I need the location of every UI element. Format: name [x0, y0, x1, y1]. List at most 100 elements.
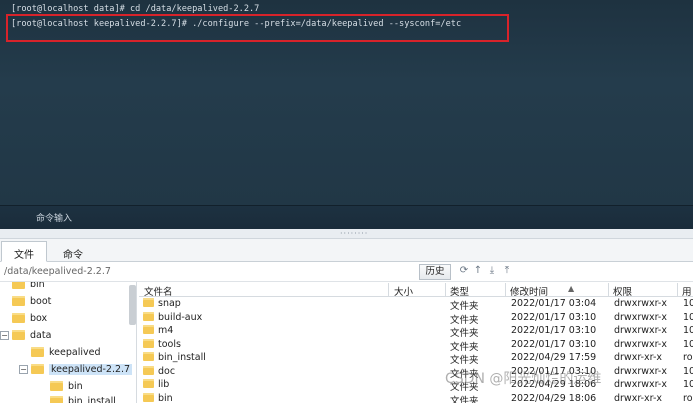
file-modified: 2022/01/17 03:04 [511, 298, 597, 309]
file-owner: 10 [683, 298, 693, 309]
folder-icon [12, 295, 25, 306]
highlight-box [6, 14, 509, 42]
file-row[interactable]: build-aux 文件夹 2022/01/17 03:10 drwxrwxr-x 10 [139, 311, 693, 326]
column-header-owner[interactable]: 用 [682, 284, 692, 298]
file-owner: 10 [683, 325, 693, 336]
file-permissions: drwxrwxr-x [614, 365, 667, 377]
up-icon[interactable]: ↑ [472, 265, 484, 277]
column-header-name[interactable]: 文件名 [144, 284, 173, 298]
folder-icon [143, 365, 154, 375]
refresh-icon[interactable]: ⟳ [458, 265, 470, 277]
tab-bar: 文件 命令 [0, 239, 693, 262]
tab-commands[interactable]: 命令 [50, 241, 96, 262]
file-name: bin [158, 392, 173, 403]
column-header-modified[interactable]: 修改时间 [510, 284, 548, 298]
tree-item[interactable]: bin_install [50, 395, 116, 403]
tree-item[interactable]: box [12, 312, 47, 330]
folder-icon [143, 352, 154, 361]
file-row[interactable]: lib 文件夹 2022/04/29 18:06 drwxrwxr-x 10 [139, 379, 693, 393]
download-icon[interactable]: ⤓ [486, 265, 498, 277]
folder-icon [143, 379, 154, 388]
file-type: 文件夹 [450, 355, 479, 366]
tree-item-selected[interactable]: − keepalived-2.2.7 [19, 363, 133, 381]
file-type: 文件夹 [450, 395, 479, 403]
file-owner: ro [683, 352, 693, 363]
file-row[interactable]: doc 文件夹 2022/01/17 03:10 drwxrwxr-x 10 [139, 365, 693, 380]
tree-scrollbar[interactable] [129, 285, 136, 325]
file-row[interactable]: snap 文件夹 2022/01/17 03:04 drwxrwxr-x 10 [139, 298, 693, 312]
file-permissions: drwxrwxr-x [614, 298, 667, 309]
command-input-bar[interactable]: 命令输入 [0, 205, 693, 229]
file-modified: 2022/01/17 03:10 [511, 338, 597, 350]
file-list-header: 文件名 大小 类型 修改时间 ▲ 权限 用 [139, 282, 693, 298]
file-permissions: drwxr-xr-x [614, 392, 663, 403]
file-row[interactable]: tools 文件夹 2022/01/17 03:10 drwxrwxr-x 10 [139, 338, 693, 353]
tab-files[interactable]: 文件 [1, 241, 47, 262]
column-header-permissions[interactable]: 权限 [613, 284, 632, 298]
file-modified: 2022/04/29 17:59 [511, 352, 597, 363]
file-modified: 2022/01/17 03:10 [511, 311, 597, 323]
file-type: 文件夹 [450, 301, 479, 312]
terminal-panel[interactable]: [root@localhost data]# cd /data/keepaliv… [0, 0, 693, 205]
file-permissions: drwxrwxr-x [614, 311, 667, 323]
file-permissions: drwxrwxr-x [614, 325, 667, 336]
directory-tree: bin boot box − data keepalived − keepalive… [0, 282, 137, 403]
file-modified: 2022/04/29 18:06 [511, 392, 597, 403]
column-divider[interactable] [388, 283, 389, 296]
tree-item[interactable]: keepalived [31, 346, 100, 364]
column-divider[interactable] [677, 283, 678, 296]
column-header-size[interactable]: 大小 [394, 284, 413, 298]
collapse-toggle-icon[interactable]: − [0, 331, 9, 340]
folder-icon [143, 338, 154, 348]
collapse-toggle-icon[interactable]: − [19, 365, 28, 374]
folder-icon [143, 392, 154, 402]
file-type: 文件夹 [450, 314, 479, 326]
file-row[interactable]: bin 文件夹 2022/04/29 18:06 drwxr-xr-x ro [139, 392, 693, 403]
column-divider[interactable] [608, 283, 609, 296]
file-type: 文件夹 [450, 341, 479, 353]
tree-item[interactable]: bin [12, 282, 45, 296]
folder-icon [12, 282, 25, 289]
command-input-label: 命令输入 [36, 214, 73, 224]
file-type: 文件夹 [450, 328, 479, 339]
folder-icon [12, 329, 25, 340]
folder-icon [143, 311, 154, 321]
file-modified: 2022/01/17 03:10 [511, 325, 597, 336]
column-header-type[interactable]: 类型 [450, 284, 469, 298]
path-field[interactable]: /data/keepalived-2.2.7 [4, 266, 111, 277]
file-owner: 10 [683, 365, 693, 377]
folder-icon [143, 298, 154, 307]
terminal-line: [root@localhost data]# cd /data/keepaliv… [11, 4, 260, 14]
folder-icon [50, 380, 63, 391]
history-button[interactable]: 历史 [419, 264, 451, 280]
tree-item[interactable]: − data [0, 329, 51, 347]
file-owner: 10 [683, 379, 693, 390]
file-owner: ro [683, 392, 693, 403]
upload-icon[interactable]: ⤒ [501, 265, 513, 277]
folder-icon [12, 312, 25, 323]
file-permissions: drwxr-xr-x [614, 352, 663, 363]
file-owner: 10 [683, 338, 693, 350]
file-name: doc [158, 365, 176, 377]
file-name: m4 [158, 325, 174, 336]
panel-splitter[interactable]: ········ [0, 229, 693, 239]
sort-ascending-icon: ▲ [568, 284, 575, 293]
file-name: tools [158, 338, 181, 350]
file-name: lib [158, 379, 170, 390]
watermark: CSDN @阳光灿烂的运维 [445, 371, 602, 387]
folder-icon [50, 395, 63, 403]
file-owner: 10 [683, 311, 693, 323]
folder-icon [31, 363, 44, 374]
file-row[interactable]: m4 文件夹 2022/01/17 03:10 drwxrwxr-x 10 [139, 325, 693, 339]
folder-icon [143, 325, 154, 334]
file-row[interactable]: bin_install 文件夹 2022/04/29 17:59 drwxr-xr-x… [139, 352, 693, 366]
file-name: build-aux [158, 311, 203, 323]
file-permissions: drwxrwxr-x [614, 338, 667, 350]
column-divider[interactable] [445, 283, 446, 296]
file-list: 文件名 大小 类型 修改时间 ▲ 权限 用 snap 文件夹 2022/01/17 … [139, 282, 693, 403]
folder-icon [31, 346, 44, 357]
tree-item[interactable]: boot [12, 295, 51, 313]
file-name: bin_install [158, 352, 206, 363]
path-bar: /data/keepalived-2.2.7 历史 ⟳ ↑ ⤓ ⤒ [0, 262, 693, 282]
column-divider[interactable] [505, 283, 506, 296]
